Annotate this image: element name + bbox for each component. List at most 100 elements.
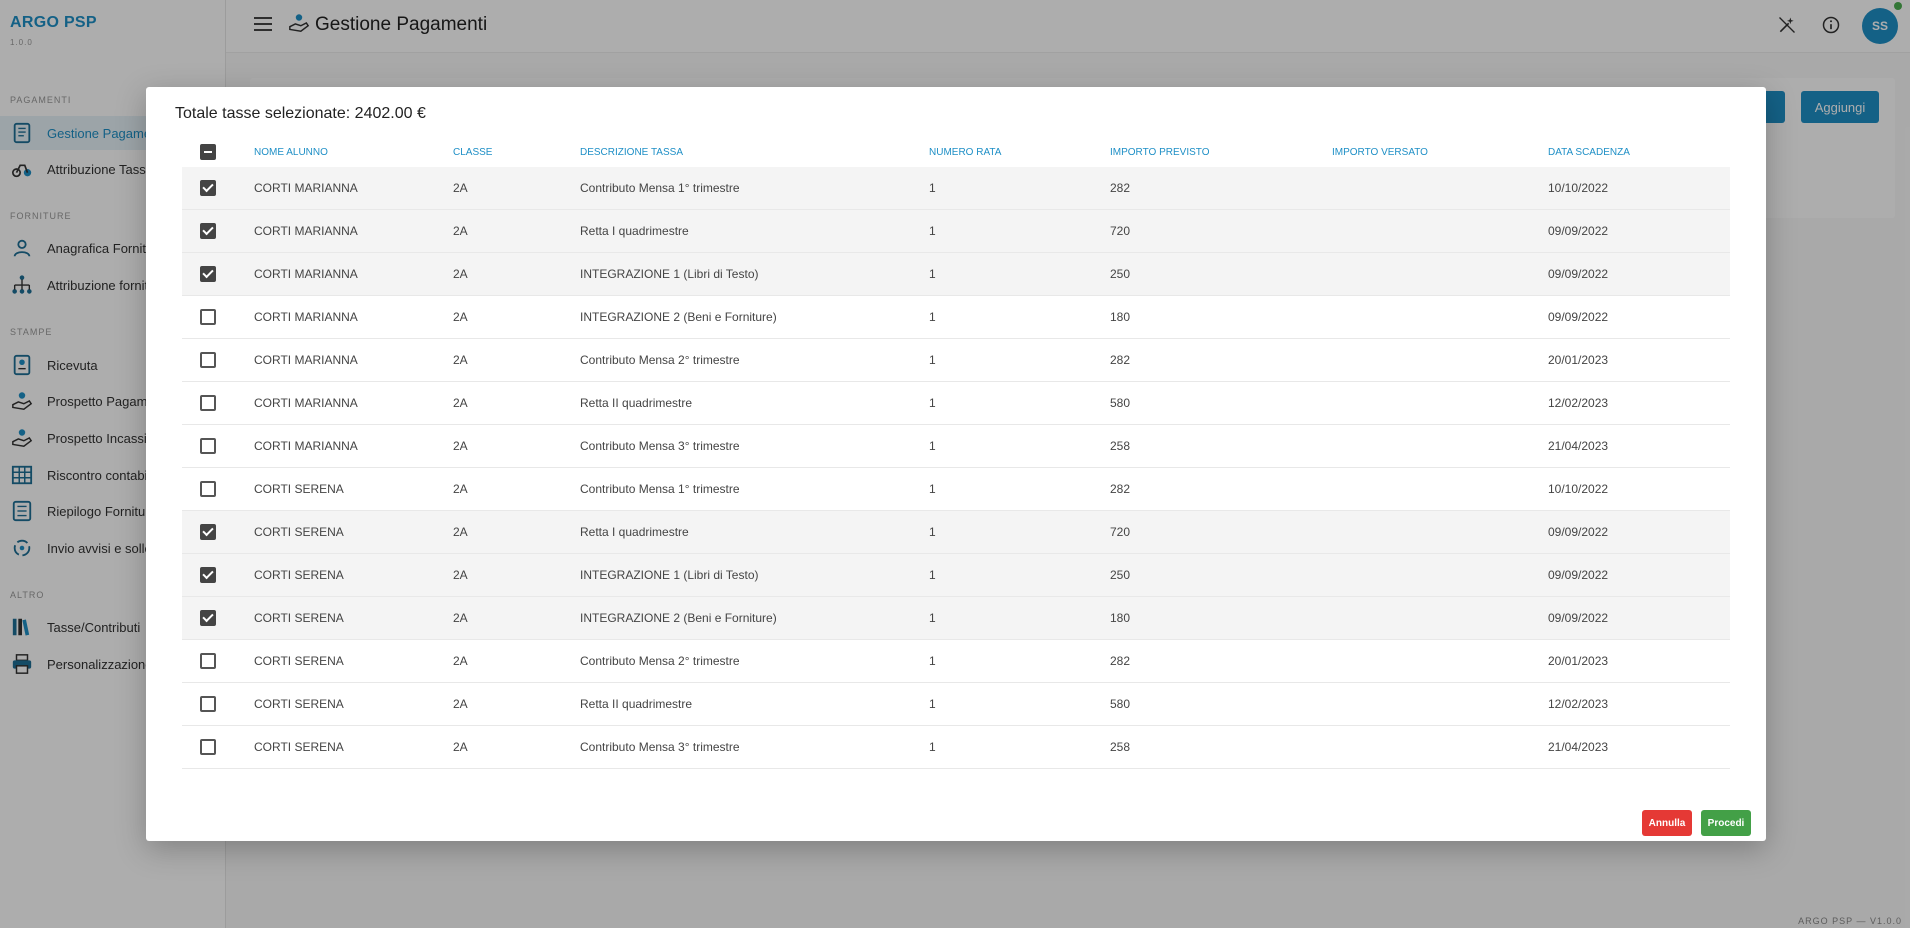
table-row[interactable]: CORTI MARIANNA 2A Contributo Mensa 1° trim… bbox=[182, 167, 1730, 210]
cell-descrizione: INTEGRAZIONE 2 (Beni e Forniture) bbox=[580, 310, 777, 324]
cell-rata: 1 bbox=[929, 310, 936, 324]
cancel-button[interactable]: Annulla bbox=[1642, 810, 1692, 836]
cell-nome: CORTI MARIANNA bbox=[254, 267, 358, 281]
row-checkbox[interactable] bbox=[200, 339, 216, 381]
selected-fees-dialog: Totale tasse selezionate: 2402.00 € NOME… bbox=[146, 87, 1766, 841]
cell-previsto: 180 bbox=[1110, 611, 1131, 625]
cell-rata: 1 bbox=[929, 697, 936, 711]
column-header-descrizione[interactable]: DESCRIZIONE TASSA bbox=[580, 137, 683, 167]
cell-previsto: 282 bbox=[1110, 181, 1131, 195]
row-checkbox[interactable] bbox=[200, 726, 216, 768]
table-row[interactable]: CORTI SERENA 2A Contributo Mensa 1° trimes… bbox=[182, 468, 1730, 511]
cell-nome: CORTI SERENA bbox=[254, 697, 344, 711]
cell-rata: 1 bbox=[929, 611, 936, 625]
cell-nome: CORTI SERENA bbox=[254, 611, 344, 625]
cell-previsto: 282 bbox=[1110, 654, 1131, 668]
table-row[interactable]: CORTI MARIANNA 2A Retta II quadrimestre 1 58… bbox=[182, 382, 1730, 425]
cell-classe: 2A bbox=[453, 654, 468, 668]
cell-nome: CORTI SERENA bbox=[254, 482, 344, 496]
table-header: NOME ALUNNO CLASSE DESCRIZIONE TASSA NUM… bbox=[182, 137, 1730, 167]
dialog-title: Totale tasse selezionate: 2402.00 € bbox=[175, 105, 426, 122]
table-row[interactable]: CORTI SERENA 2A INTEGRAZIONE 1 (Libri di T… bbox=[182, 554, 1730, 597]
cell-previsto: 720 bbox=[1110, 224, 1131, 238]
row-checkbox[interactable] bbox=[200, 425, 216, 467]
column-header-rata[interactable]: NUMERO RATA bbox=[929, 137, 1001, 167]
cell-descrizione: Retta II quadrimestre bbox=[580, 396, 693, 410]
row-checkbox[interactable] bbox=[200, 296, 216, 338]
cell-nome: CORTI MARIANNA bbox=[254, 396, 358, 410]
cell-descrizione: Contributo Mensa 1° trimestre bbox=[580, 181, 740, 195]
table-row[interactable]: CORTI MARIANNA 2A Retta I quadrimestre 1 720… bbox=[182, 210, 1730, 253]
cell-previsto: 720 bbox=[1110, 525, 1131, 539]
row-checkbox[interactable] bbox=[200, 554, 216, 596]
column-header-nome[interactable]: NOME ALUNNO bbox=[254, 137, 328, 167]
cell-classe: 2A bbox=[453, 611, 468, 625]
cell-descrizione: Contributo Mensa 3° trimestre bbox=[580, 439, 740, 453]
cell-nome: CORTI MARIANNA bbox=[254, 310, 358, 324]
cell-descrizione: Contributo Mensa 2° trimestre bbox=[580, 353, 740, 367]
cell-rata: 1 bbox=[929, 740, 936, 754]
table-row[interactable]: CORTI SERENA 2A INTEGRAZIONE 2 (Beni e For… bbox=[182, 597, 1730, 640]
table-row[interactable]: CORTI MARIANNA 2A Contributo Mensa 2° trim… bbox=[182, 339, 1730, 382]
cell-nome: CORTI SERENA bbox=[254, 568, 344, 582]
row-checkbox[interactable] bbox=[200, 253, 216, 295]
table-row[interactable]: CORTI MARIANNA 2A Contributo Mensa 3° trim… bbox=[182, 425, 1730, 468]
select-all-checkbox[interactable] bbox=[200, 137, 216, 167]
cell-rata: 1 bbox=[929, 396, 936, 410]
cell-previsto: 250 bbox=[1110, 267, 1131, 281]
table-row[interactable]: CORTI MARIANNA 2A INTEGRAZIONE 1 (Libri di… bbox=[182, 253, 1730, 296]
cell-previsto: 250 bbox=[1110, 568, 1131, 582]
cell-nome: CORTI MARIANNA bbox=[254, 439, 358, 453]
column-header-importo-versato[interactable]: IMPORTO VERSATO bbox=[1332, 137, 1428, 167]
cell-rata: 1 bbox=[929, 181, 936, 195]
proceed-button[interactable]: Procedi bbox=[1701, 810, 1751, 836]
cell-rata: 1 bbox=[929, 439, 936, 453]
cell-previsto: 258 bbox=[1110, 439, 1131, 453]
cell-scadenza: 09/09/2022 bbox=[1548, 568, 1609, 582]
cell-previsto: 180 bbox=[1110, 310, 1131, 324]
cell-scadenza: 09/09/2022 bbox=[1548, 310, 1609, 324]
cell-classe: 2A bbox=[453, 568, 468, 582]
cell-nome: CORTI SERENA bbox=[254, 525, 344, 539]
cell-rata: 1 bbox=[929, 525, 936, 539]
cell-descrizione: INTEGRAZIONE 1 (Libri di Testo) bbox=[580, 568, 759, 582]
cell-rata: 1 bbox=[929, 568, 936, 582]
cell-descrizione: Contributo Mensa 2° trimestre bbox=[580, 654, 740, 668]
row-checkbox[interactable] bbox=[200, 382, 216, 424]
table-row[interactable]: CORTI SERENA 2A Contributo Mensa 3° trimes… bbox=[182, 726, 1730, 769]
cell-classe: 2A bbox=[453, 439, 468, 453]
column-header-importo-previsto[interactable]: IMPORTO PREVISTO bbox=[1110, 137, 1209, 167]
row-checkbox[interactable] bbox=[200, 210, 216, 252]
cell-descrizione: Retta I quadrimestre bbox=[580, 525, 689, 539]
cell-previsto: 258 bbox=[1110, 740, 1131, 754]
table-row[interactable]: CORTI SERENA 2A Contributo Mensa 2° trimes… bbox=[182, 640, 1730, 683]
cell-descrizione: INTEGRAZIONE 1 (Libri di Testo) bbox=[580, 267, 759, 281]
cell-classe: 2A bbox=[453, 482, 468, 496]
cell-scadenza: 10/10/2022 bbox=[1548, 482, 1609, 496]
table-row[interactable]: CORTI MARIANNA 2A INTEGRAZIONE 2 (Beni e F… bbox=[182, 296, 1730, 339]
row-checkbox[interactable] bbox=[200, 640, 216, 682]
cell-scadenza: 10/10/2022 bbox=[1548, 181, 1609, 195]
row-checkbox[interactable] bbox=[200, 468, 216, 510]
row-checkbox[interactable] bbox=[200, 511, 216, 553]
cell-nome: CORTI MARIANNA bbox=[254, 353, 358, 367]
cell-descrizione: Contributo Mensa 1° trimestre bbox=[580, 482, 740, 496]
cell-scadenza: 09/09/2022 bbox=[1548, 525, 1609, 539]
table-row[interactable]: CORTI SERENA 2A Retta II quadrimestre 1 580 1… bbox=[182, 683, 1730, 726]
cell-previsto: 282 bbox=[1110, 482, 1131, 496]
column-header-scadenza[interactable]: DATA SCADENZA bbox=[1548, 137, 1630, 167]
row-checkbox[interactable] bbox=[200, 683, 216, 725]
cell-descrizione: INTEGRAZIONE 2 (Beni e Forniture) bbox=[580, 611, 777, 625]
table-row[interactable]: CORTI SERENA 2A Retta I quadrimestre 1 720 09… bbox=[182, 511, 1730, 554]
cell-nome: CORTI MARIANNA bbox=[254, 224, 358, 238]
cell-classe: 2A bbox=[453, 267, 468, 281]
cell-classe: 2A bbox=[453, 224, 468, 238]
cell-rata: 1 bbox=[929, 482, 936, 496]
cell-rata: 1 bbox=[929, 224, 936, 238]
cell-scadenza: 21/04/2023 bbox=[1548, 740, 1609, 754]
column-header-classe[interactable]: CLASSE bbox=[453, 137, 492, 167]
row-checkbox[interactable] bbox=[200, 167, 216, 209]
cell-classe: 2A bbox=[453, 697, 468, 711]
row-checkbox[interactable] bbox=[200, 597, 216, 639]
cell-descrizione: Retta II quadrimestre bbox=[580, 697, 693, 711]
